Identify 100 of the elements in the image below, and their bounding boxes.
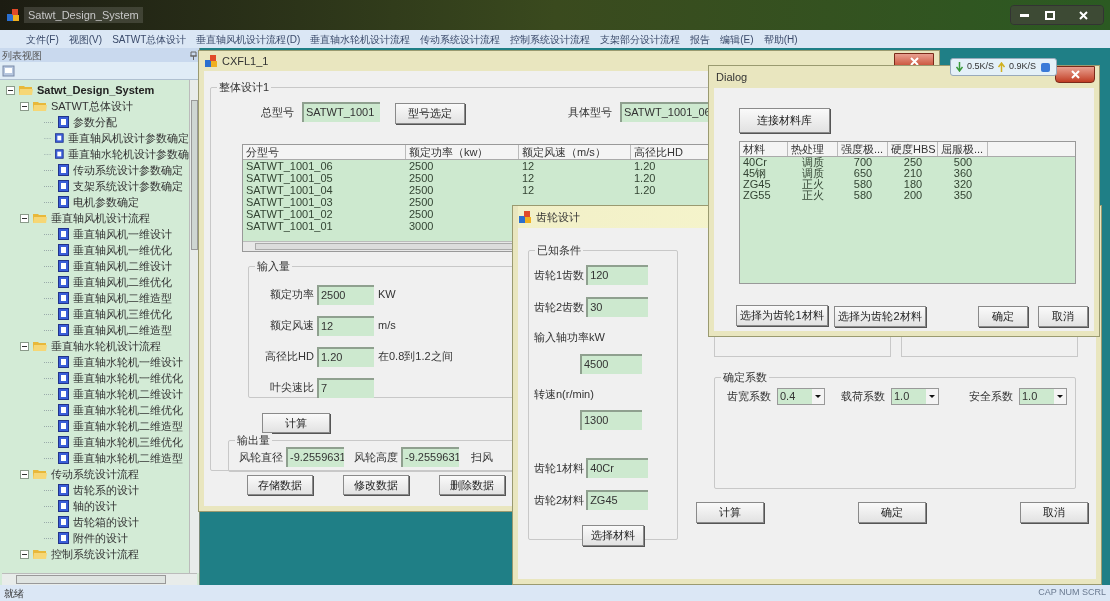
column-header[interactable]: 分型号 xyxy=(243,145,406,159)
group-title: 已知条件 xyxy=(535,243,583,257)
push-button[interactable]: 选择材料 xyxy=(582,524,644,546)
table-cell-text: 正火 xyxy=(801,190,825,201)
menu-item[interactable]: 报告 xyxy=(690,31,711,47)
text-field[interactable]: 1.20 xyxy=(317,346,374,367)
tree-item[interactable]: 垂直轴风机一维优化 xyxy=(73,241,172,259)
dropdown[interactable]: 0.4 xyxy=(777,388,825,405)
tree-item[interactable]: 垂直轴水轮机一维优化 xyxy=(73,369,183,387)
column-header[interactable]: 强度极... xyxy=(838,142,888,156)
text-field[interactable]: SATWT_1001 xyxy=(302,102,380,122)
dropdown[interactable]: 1.0 xyxy=(1019,388,1067,405)
dropdown-value: 0.4 xyxy=(779,389,796,405)
tree-item[interactable]: 垂直轴风机三维优化 xyxy=(73,305,172,323)
tree-item[interactable]: 垂直轴风机一维设计 xyxy=(73,225,172,243)
push-button[interactable]: 选择为齿轮1材料 xyxy=(736,304,828,326)
menu-item[interactable]: 垂直轴风机设计流程(D) xyxy=(196,31,301,47)
menu-item[interactable]: 控制系统设计流程 xyxy=(510,31,591,47)
field-label: 风轮直径 xyxy=(239,449,283,465)
text-field[interactable]: 30 xyxy=(586,297,649,317)
menu-item[interactable]: SATWT总体设计 xyxy=(112,31,187,47)
menu-item[interactable]: 传动系统设计流程 xyxy=(420,31,501,47)
menu-item[interactable]: 文件(F) xyxy=(26,31,59,47)
tree-item[interactable]: 垂直轴水轮机二维设计 xyxy=(73,385,183,403)
table-cell-text: 580 xyxy=(852,179,874,190)
push-button[interactable]: 取消 xyxy=(1038,305,1088,327)
push-button[interactable]: 修改数据 xyxy=(343,475,409,495)
column-header[interactable]: 材料 xyxy=(740,142,788,156)
tree-item[interactable]: 垂直轴风机二维造型 xyxy=(73,289,172,307)
text-field[interactable]: 7 xyxy=(317,377,374,398)
field-label: 齿轮1齿数 xyxy=(534,267,585,283)
tree-item[interactable]: 电机参数确定 xyxy=(73,193,139,211)
push-button[interactable]: 确定 xyxy=(978,305,1028,327)
field-label: 高径比HD xyxy=(264,349,314,365)
tree-item[interactable]: 垂直轴风机设计参数确定 xyxy=(68,129,189,147)
dropdown[interactable]: 1.0 xyxy=(891,388,939,405)
tree-item[interactable]: 垂直轴水轮机三维优化 xyxy=(73,433,183,451)
text-field[interactable]: 1300 xyxy=(580,410,642,430)
field-label: 齿宽系数 xyxy=(727,389,771,405)
tree-item[interactable]: 垂直轴水轮机二维造型 xyxy=(73,417,183,435)
tree-item[interactable]: SATWT总体设计 xyxy=(51,97,133,115)
tree-item[interactable]: 控制系统设计流程 xyxy=(51,545,139,563)
push-button[interactable]: 型号选定 xyxy=(395,102,465,124)
tree-item[interactable]: 垂直轴风机二维设计 xyxy=(73,257,172,275)
push-button[interactable]: 存储数据 xyxy=(247,475,313,495)
table-cell-text: 1.20 xyxy=(633,160,657,172)
tree-item[interactable]: 齿轮系的设计 xyxy=(73,481,139,499)
tree-item[interactable]: 垂直轴风机二维造型 xyxy=(73,321,172,339)
group-title: 输出量 xyxy=(235,433,272,447)
column-header[interactable]: 额定风速（m/s） xyxy=(519,145,631,159)
field-label: 齿轮1材料 xyxy=(534,460,585,476)
tree-item[interactable]: 传动系统设计参数确定 xyxy=(73,161,183,179)
table-cell-text: SATWT_1001_01 xyxy=(245,220,334,232)
text-field[interactable]: 40Cr xyxy=(586,458,649,478)
text-field[interactable]: 12 xyxy=(317,315,374,336)
table-cell-text: 250 xyxy=(902,157,924,168)
tree-item[interactable]: 垂直轴水轮机设计参数确 xyxy=(68,145,189,163)
tree-item[interactable]: 垂直轴水轮机二维优化 xyxy=(73,401,183,419)
menu-item[interactable]: 编辑(E) xyxy=(720,31,754,47)
table-cell-text: 12 xyxy=(521,184,536,196)
tree-item[interactable]: 垂直轴风机设计流程 xyxy=(51,209,150,227)
column-header[interactable]: 额定功率（kw） xyxy=(406,145,519,159)
tree-item[interactable]: 传动系统设计流程 xyxy=(51,465,139,483)
table-cell-text: 调质 xyxy=(801,157,825,168)
push-button[interactable]: 连接材料库 xyxy=(739,108,830,133)
tree-item[interactable]: Satwt_Design_System xyxy=(37,81,155,99)
tree-item[interactable]: 附件的设计 xyxy=(73,529,128,547)
menu-item[interactable]: 垂直轴水轮机设计流程 xyxy=(310,31,411,47)
tree-item[interactable]: 支架系统设计参数确定 xyxy=(73,177,183,195)
push-button[interactable]: 确定 xyxy=(858,502,926,523)
menu-item[interactable]: 视图(V) xyxy=(68,31,103,47)
tree-item[interactable]: 垂直轴水轮机二维造型 xyxy=(73,449,183,467)
tree-item[interactable]: 参数分配 xyxy=(73,113,117,131)
push-button[interactable]: 选择为齿轮2材料 xyxy=(834,305,926,327)
menu-item[interactable]: 支架部分设计流程 xyxy=(600,31,681,47)
tree-item[interactable]: 齿轮箱的设计 xyxy=(73,513,139,531)
push-button[interactable]: 删除数据 xyxy=(439,475,505,495)
table-cell-text: 2500 xyxy=(408,160,435,172)
column-header[interactable]: 硬度HBS xyxy=(888,142,938,156)
column-header[interactable]: 屈服极... xyxy=(938,142,988,156)
tree-item[interactable]: 轴的设计 xyxy=(73,497,117,515)
table-cell-text: SATWT_1001_05 xyxy=(245,172,334,184)
table-cell-text: 12 xyxy=(521,172,536,184)
field-label: 具体型号 xyxy=(568,104,612,120)
table-cell-text: 2500 xyxy=(408,184,435,196)
push-button[interactable]: 取消 xyxy=(1020,502,1088,523)
tree-item[interactable]: 垂直轴水轮机设计流程 xyxy=(51,337,161,355)
text-field[interactable]: 2500 xyxy=(317,284,374,305)
table-cell-text: 3000 xyxy=(408,220,435,232)
tree-item[interactable]: 垂直轴风机二维优化 xyxy=(73,273,172,291)
text-field[interactable]: 4500 xyxy=(580,353,642,374)
table-cell-text: 320 xyxy=(952,179,974,190)
text-field[interactable]: ZG45 xyxy=(586,490,649,510)
menu-item[interactable]: 帮助(H) xyxy=(763,31,798,47)
group-title: 确定系数 xyxy=(721,370,769,384)
tree-item[interactable]: 垂直轴水轮机一维设计 xyxy=(73,353,183,371)
push-button[interactable]: 计算 xyxy=(262,413,330,434)
text-field[interactable]: 120 xyxy=(586,265,649,285)
column-header[interactable]: 热处理 xyxy=(788,142,838,156)
push-button[interactable]: 计算 xyxy=(696,502,764,523)
